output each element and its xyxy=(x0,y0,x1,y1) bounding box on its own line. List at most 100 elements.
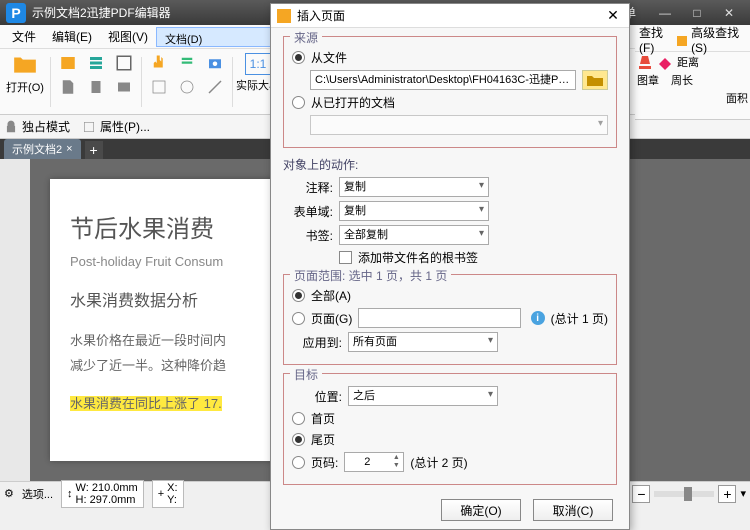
target-total-hint: (总计 2 页) xyxy=(410,454,467,471)
separator xyxy=(50,57,51,107)
close-button[interactable]: ✕ xyxy=(714,3,744,23)
stamp-label[interactable]: 图章 xyxy=(637,72,659,88)
annot-select[interactable]: 复制 xyxy=(339,177,489,197)
tool-btn-b1[interactable] xyxy=(55,75,81,99)
lock-icon xyxy=(4,120,18,134)
open-button[interactable]: 打开(O) xyxy=(4,51,46,95)
folder-icon xyxy=(587,74,603,86)
menu-edit[interactable]: 编辑(E) xyxy=(44,25,100,48)
target-legend: 目标 xyxy=(290,366,322,383)
dialog-icon xyxy=(277,9,291,23)
from-open-label: 从已打开的文档 xyxy=(311,94,395,111)
target-first-radio[interactable] xyxy=(292,412,305,425)
apply-select[interactable]: 所有页面 xyxy=(348,332,498,352)
actions-legend: 对象上的动作: xyxy=(283,156,617,173)
folder-open-icon xyxy=(11,51,39,77)
open-docs-select xyxy=(310,115,608,135)
tab-label: 示例文档2 xyxy=(12,141,62,157)
tool-c3[interactable] xyxy=(202,75,228,99)
tool-c2[interactable] xyxy=(174,75,200,99)
pos-label: 位置: xyxy=(292,388,342,405)
bookmark-select[interactable]: 全部复制 xyxy=(339,225,489,245)
snapshot-tool[interactable] xyxy=(202,51,228,75)
range-all-label: 全部(A) xyxy=(311,287,351,304)
tool-btn-a3[interactable] xyxy=(111,51,137,75)
app-logo: P xyxy=(6,3,26,23)
properties-icon xyxy=(82,120,96,134)
open-label: 打开(O) xyxy=(6,79,44,95)
pagenum-label: 页码: xyxy=(311,454,338,471)
folder-icon xyxy=(677,34,687,46)
target-group: 目标 位置:之后 首页 尾页 页码: 2▲▼ (总计 2 页) xyxy=(283,373,617,485)
menu-file[interactable]: 文件 xyxy=(4,25,44,48)
source-legend: 来源 xyxy=(290,29,322,46)
root-bookmark-label: 添加带文件名的根书签 xyxy=(358,249,478,266)
stamp-icon[interactable] xyxy=(637,54,653,70)
exclusive-mode[interactable]: 独占模式 xyxy=(4,118,70,135)
eraser-icon[interactable] xyxy=(657,54,673,70)
pages-input[interactable] xyxy=(358,308,520,328)
root-bookmark-checkbox[interactable] xyxy=(339,251,352,264)
tab-close-icon[interactable]: × xyxy=(66,143,72,155)
properties-label: 属性(P)... xyxy=(100,118,150,135)
tool-btn-a2[interactable] xyxy=(83,51,109,75)
dialog-titlebar[interactable]: 插入页面 ✕ xyxy=(271,4,629,28)
position-select[interactable]: 之后 xyxy=(348,386,498,406)
menu-view[interactable]: 视图(V) xyxy=(100,25,156,48)
source-group: 来源 从文件 C:\Users\Administrator\Desktop\FH… xyxy=(283,36,617,148)
maximize-button[interactable]: □ xyxy=(682,3,712,23)
last-label: 尾页 xyxy=(311,431,335,448)
tool-btn-a1[interactable] xyxy=(55,51,81,75)
new-tab-button[interactable]: + xyxy=(85,141,103,159)
hand-tool[interactable] xyxy=(146,51,172,75)
zoom-slider[interactable] xyxy=(654,491,714,497)
bookmark-label: 书签: xyxy=(283,227,333,244)
file-path-input[interactable]: C:\Users\Administrator\Desktop\FH04163C-… xyxy=(310,70,576,90)
tool-btn-b3[interactable] xyxy=(111,75,137,99)
tab-doc1[interactable]: 示例文档2 × xyxy=(4,139,81,159)
cancel-button[interactable]: 取消(C) xyxy=(533,499,613,521)
menu-adv-find[interactable]: 高级查找(S) xyxy=(691,24,746,55)
dialog-close-button[interactable]: ✕ xyxy=(603,7,623,24)
form-select[interactable]: 复制 xyxy=(339,201,489,221)
zoom-dropdown-icon[interactable]: ▾ xyxy=(740,487,746,500)
separator xyxy=(141,57,142,107)
apply-label: 应用到: xyxy=(292,334,342,351)
target-pagenum-radio[interactable] xyxy=(292,456,305,469)
gear-icon[interactable]: ⚙ xyxy=(4,487,14,500)
ok-button[interactable]: 确定(O) xyxy=(441,499,521,521)
area-label[interactable]: 面积 xyxy=(726,90,748,106)
pagenum-spinner[interactable]: 2▲▼ xyxy=(344,452,404,472)
distance-label[interactable]: 距离 xyxy=(677,54,699,70)
properties-button[interactable]: 属性(P)... xyxy=(82,118,150,135)
page-size-box: ↕ W: 210.0mmH: 297.0mm xyxy=(61,480,144,508)
perimeter-label[interactable]: 周长 xyxy=(671,72,693,88)
minimize-button[interactable]: — xyxy=(650,3,680,23)
range-all-radio[interactable] xyxy=(292,289,305,302)
zoom-out-button[interactable]: − xyxy=(632,485,650,503)
tool-c1[interactable] xyxy=(146,75,172,99)
tool-btn-b2[interactable] xyxy=(83,75,109,99)
text-select-tool[interactable] xyxy=(174,51,200,75)
insert-pages-dialog: 插入页面 ✕ 来源 从文件 C:\Users\Administrator\Des… xyxy=(270,3,630,530)
browse-button[interactable] xyxy=(582,70,608,90)
from-file-label: 从文件 xyxy=(311,49,347,66)
from-file-radio[interactable] xyxy=(292,51,305,64)
dialog-title: 插入页面 xyxy=(297,7,603,24)
range-legend: 页面范围: 选中 1 页，共 1 页 xyxy=(290,267,451,284)
page-range-group: 页面范围: 选中 1 页，共 1 页 全部(A) 页面(G) i (总计 1 页… xyxy=(283,274,617,365)
target-last-radio[interactable] xyxy=(292,433,305,446)
first-label: 首页 xyxy=(311,410,335,427)
from-open-radio[interactable] xyxy=(292,96,305,109)
right-toolbar-strip: 查找(F) 高级查找(S) 距离 图章 周长 面积 xyxy=(635,28,750,120)
separator xyxy=(232,57,233,107)
options-link[interactable]: 选项... xyxy=(22,486,53,502)
nav-sidebar[interactable] xyxy=(0,159,30,481)
info-icon[interactable]: i xyxy=(531,311,545,325)
range-pages-label: 页面(G) xyxy=(311,310,352,327)
annot-label: 注释: xyxy=(283,179,333,196)
zoom-in-button[interactable]: + xyxy=(718,485,736,503)
menu-find[interactable]: 查找(F) xyxy=(639,24,673,55)
range-pages-radio[interactable] xyxy=(292,312,305,325)
form-label: 表单域: xyxy=(283,203,333,220)
